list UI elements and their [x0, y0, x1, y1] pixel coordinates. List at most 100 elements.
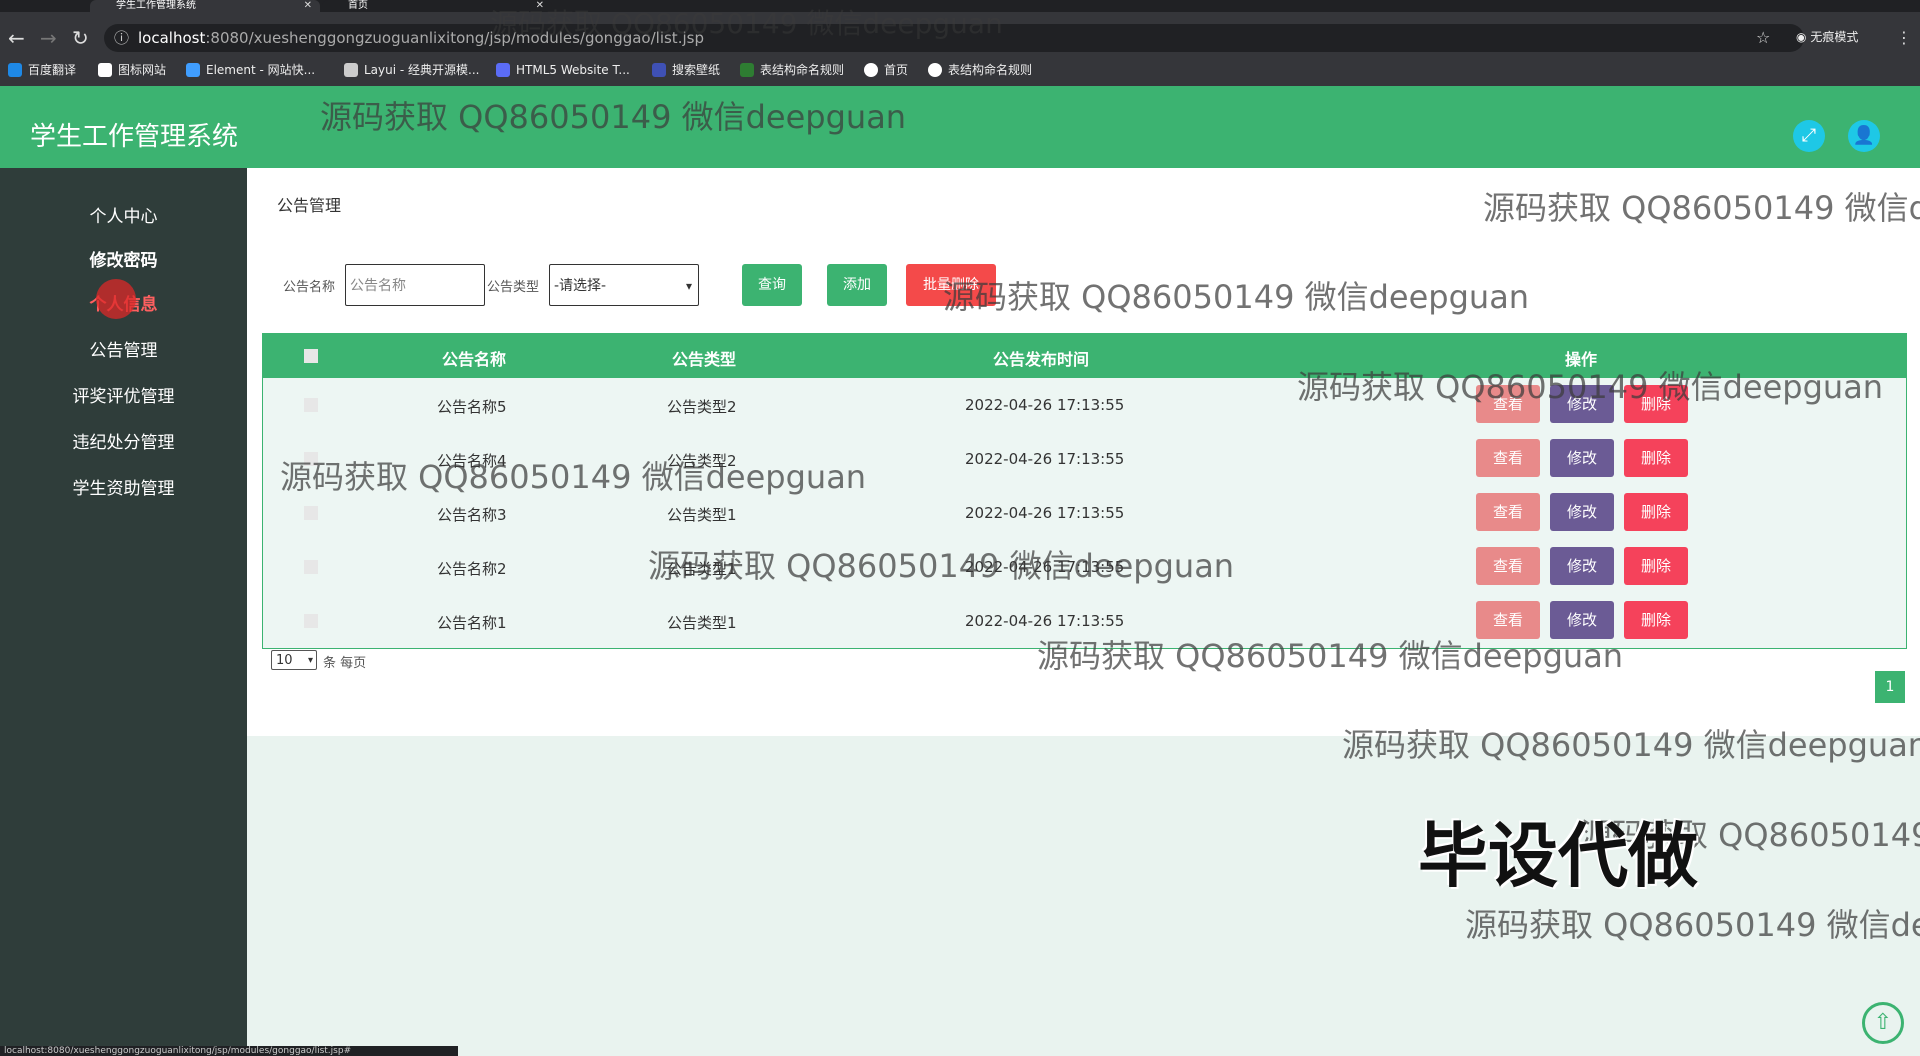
name-filter-label: 公告名称 [283, 280, 336, 295]
close-tab-icon[interactable]: ✕ [304, 0, 312, 12]
bookmark-item[interactable]: 搜索壁纸 [652, 60, 720, 80]
info-icon[interactable]: ⓘ [114, 24, 129, 52]
select-all-checkbox[interactable] [304, 349, 318, 363]
sidebar-item-personal-center[interactable]: 个人中心 [0, 202, 247, 227]
row-checkbox[interactable] [304, 614, 318, 628]
fullscreen-icon[interactable]: ⤢ [1793, 120, 1825, 152]
type-filter-label: 公告类型 [487, 280, 540, 295]
watermark: 源码获取 QQ86050149 微信deepguan [280, 458, 867, 496]
bookmark-item[interactable]: 表结构命名规则 [928, 60, 1032, 80]
bookmark-item[interactable]: HTML5 Website T... [496, 60, 630, 80]
query-button[interactable]: 查询 [742, 264, 802, 306]
sidebar-item-financial-aid[interactable]: 学生资助管理 [0, 474, 247, 499]
per-page-label: 条 每页 [323, 656, 367, 671]
column-header-name: 公告名称 [442, 350, 507, 369]
watermark: 源码获取 QQ86050149 微信deepguan [1297, 368, 1884, 406]
bookmark-icon [98, 63, 112, 77]
watermark: 源码获取 QQ86050149 微信deepguan [943, 278, 1530, 316]
cell-type: 公告类型1 [667, 614, 737, 632]
watermark: 源码获取 QQ86050149 微信deepguan [648, 547, 1235, 585]
edit-button[interactable]: 修改 [1550, 439, 1614, 477]
url-host: localhost [138, 29, 206, 47]
big-watermark: 毕设代做 [1418, 815, 1698, 897]
watermark: 源码获取 QQ86050149 微信deepguan [1342, 726, 1920, 764]
tab-label: 学生工作管理系统 [116, 0, 196, 11]
bookmark-icon [344, 63, 358, 77]
menu-icon[interactable]: ⋮ [1896, 24, 1912, 52]
back-to-top-icon[interactable]: ⇧ [1862, 1002, 1904, 1044]
app-header: 学生工作管理系统 ⤢ 👤 [0, 86, 1920, 168]
cell-type: 公告类型1 [667, 506, 737, 524]
view-button[interactable]: 查看 [1476, 439, 1540, 477]
watermark: 源码获取 QQ86050149 微信deepguan [1483, 189, 1920, 227]
bookmark-item[interactable]: 首页 [864, 60, 908, 80]
name-search-input[interactable]: 公告名称 [345, 264, 485, 306]
cell-type: 公告类型2 [667, 398, 737, 416]
edit-button[interactable]: 修改 [1550, 493, 1614, 531]
cell-time: 2022-04-26 17:13:55 [965, 450, 1125, 468]
column-header-type: 公告类型 [672, 350, 737, 369]
chevron-down-icon: ▾ [685, 279, 692, 293]
incognito-icon: ◉ [1796, 30, 1807, 44]
bookmarks-bar: 百度翻译 图标网站 Element - 网站快... Layui - 经典开源模… [0, 56, 1920, 86]
delete-button[interactable]: 删除 [1624, 439, 1688, 477]
delete-button[interactable]: 删除 [1624, 493, 1688, 531]
breadcrumb: 公告管理 [277, 196, 342, 215]
bookmark-icon [8, 63, 22, 77]
chevron-down-icon: ▾ [307, 655, 313, 666]
sidebar-item-discipline[interactable]: 违纪处分管理 [0, 428, 247, 453]
bookmark-item[interactable]: Layui - 经典开源模... [344, 60, 479, 80]
bookmark-icon [186, 63, 200, 77]
add-button[interactable]: 添加 [827, 264, 887, 306]
sidebar-item-announcements[interactable]: 公告管理 [0, 336, 247, 361]
status-url: localhost:8080/xueshenggongzuoguanlixito… [0, 1046, 458, 1056]
bookmark-item[interactable]: 图标网站 [98, 60, 166, 80]
bookmark-item[interactable]: Element - 网站快... [186, 60, 315, 80]
bookmark-item[interactable]: 百度翻译 [8, 60, 76, 80]
view-button[interactable]: 查看 [1476, 493, 1540, 531]
watermark: 源码获取 QQ86050149 微信deepguan [320, 98, 907, 136]
delete-button[interactable]: 删除 [1624, 547, 1688, 585]
reload-icon[interactable]: ↻ [72, 24, 89, 52]
bookmark-icon [652, 63, 666, 77]
incognito-label: 无痕模式 [1810, 30, 1859, 44]
browser-tab[interactable]: 学生工作管理系统 ✕ [90, 0, 320, 12]
user-icon[interactable]: 👤 [1848, 120, 1880, 152]
bookmark-icon [864, 63, 878, 77]
page-size-select[interactable]: 10 ▾ [271, 650, 317, 670]
delete-button[interactable]: 删除 [1624, 601, 1688, 639]
row-checkbox[interactable] [304, 398, 318, 412]
bookmark-item[interactable]: 表结构命名规则 [740, 60, 844, 80]
row-checkbox[interactable] [304, 560, 318, 574]
bookmark-icon [740, 63, 754, 77]
watermark: 源码获取 QQ86050149 微信deepguan [1037, 637, 1624, 675]
type-select[interactable]: -请选择- ▾ [549, 264, 699, 306]
row-checkbox[interactable] [304, 506, 318, 520]
cursor-highlight [96, 279, 136, 319]
column-header-time: 公告发布时间 [993, 350, 1090, 369]
watermark: 源码获取 QQ86050149 微信deepguan [1465, 906, 1920, 944]
type-select-value: -请选择- [554, 278, 607, 294]
view-button[interactable]: 查看 [1476, 547, 1540, 585]
bookmark-icon [928, 63, 942, 77]
cell-time: 2022-04-26 17:13:55 [965, 612, 1125, 630]
cell-time: 2022-04-26 17:13:55 [965, 396, 1125, 414]
watermark: 源码获取 QQ86050149 微信deepguan [490, 7, 1003, 40]
cell-name: 公告名称3 [437, 506, 507, 524]
sidebar-item-awards[interactable]: 评奖评优管理 [0, 382, 247, 407]
cell-name: 公告名称1 [437, 614, 507, 632]
cell-name: 公告名称2 [437, 560, 507, 578]
back-arrow-icon[interactable]: ← [8, 24, 25, 52]
incognito-indicator[interactable]: ◉ 无痕模式 [1796, 28, 1858, 45]
forward-arrow-icon[interactable]: → [40, 24, 57, 52]
cell-name: 公告名称5 [437, 398, 507, 416]
page-size-value: 10 [276, 653, 293, 668]
tab-label: 首页 [348, 0, 368, 11]
page-button-current[interactable]: 1 [1875, 671, 1905, 703]
bookmark-icon [496, 63, 510, 77]
cell-time: 2022-04-26 17:13:55 [965, 504, 1125, 522]
star-icon[interactable]: ☆ [1756, 24, 1770, 52]
sidebar-item-change-password[interactable]: 修改密码 [0, 246, 247, 271]
app-title: 学生工作管理系统 [30, 122, 239, 152]
edit-button[interactable]: 修改 [1550, 547, 1614, 585]
